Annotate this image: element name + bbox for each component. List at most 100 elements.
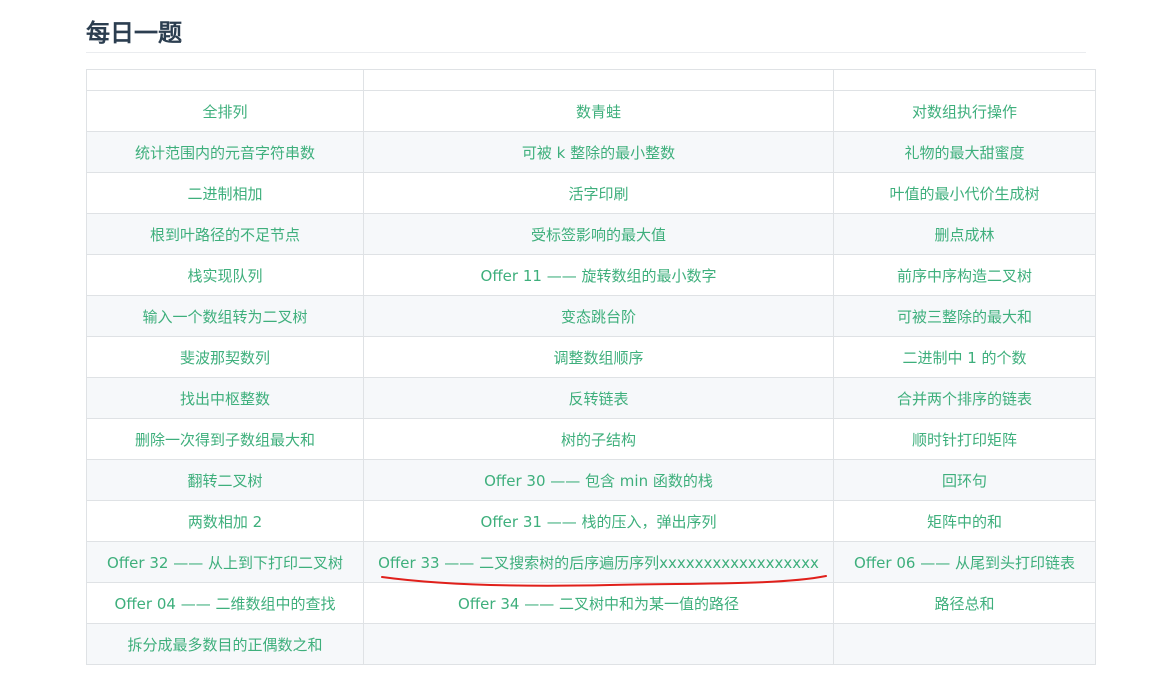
problem-link[interactable]: Offer 11 —— 旋转数组的最小数字 [481, 267, 717, 285]
table-cell: 路径总和 [833, 582, 1096, 624]
problem-link[interactable]: 变态跳台阶 [561, 308, 636, 326]
table-row: 找出中枢整数 反转链表 合并两个排序的链表 [86, 377, 1096, 419]
problem-link[interactable]: 活字印刷 [568, 185, 628, 203]
table-cell: Offer 33 —— 二叉搜索树的后序遍历序列xxxxxxxxxxxxxxxx… [363, 541, 834, 583]
table-cell: 变态跳台阶 [363, 295, 834, 337]
problem-link[interactable]: 栈实现队列 [187, 267, 262, 285]
table-body: 全排列 数青蛙 对数组执行操作统计范围内的元音字符串数 可被 k 整除的最小整数 礼物的… [86, 90, 1096, 665]
problem-link[interactable]: 调整数组顺序 [553, 349, 643, 367]
table-cell: Offer 06 —— 从尾到头打印链表 [833, 541, 1096, 583]
table-cell [363, 623, 834, 665]
problem-link[interactable]: Offer 32 —— 从上到下打印二叉树 [107, 554, 343, 572]
table-cell: 全排列 [86, 90, 364, 132]
problem-link[interactable]: 统计范围内的元音字符串数 [135, 144, 315, 162]
table-cell: 根到叶路径的不足节点 [86, 213, 364, 255]
table-cell: 二进制相加 [86, 172, 364, 214]
table-cell: 顺时针打印矩阵 [833, 418, 1096, 460]
table-cell: 对数组执行操作 [833, 90, 1096, 132]
table-row: 拆分成最多数目的正偶数之和 [86, 623, 1096, 665]
page-title: 每日一题 [86, 19, 182, 47]
problem-link[interactable]: 前序中序构造二叉树 [897, 267, 1032, 285]
problem-link[interactable]: 树的子结构 [561, 431, 636, 449]
table-row: 两数相加 2 Offer 31 —— 栈的压入，弹出序列 矩阵中的和 [86, 500, 1096, 542]
table-cell: 翻转二叉树 [86, 459, 364, 501]
table-cell: 两数相加 2 [86, 500, 364, 542]
problem-link[interactable]: 拆分成最多数目的正偶数之和 [127, 636, 322, 654]
table-cell: 栈实现队列 [86, 254, 364, 296]
table-cell: 拆分成最多数目的正偶数之和 [86, 623, 364, 665]
table-cell: 找出中枢整数 [86, 377, 364, 419]
table-cell: 二进制中 1 的个数 [833, 336, 1096, 378]
problem-link[interactable]: 回环句 [942, 472, 987, 490]
table-cell: 统计范围内的元音字符串数 [86, 131, 364, 173]
problem-link[interactable]: 叶值的最小代价生成树 [889, 185, 1039, 203]
table-row: Offer 04 —— 二维数组中的查找 Offer 34 —— 二叉树中和为某一… [86, 582, 1096, 624]
table-row: 二进制相加 活字印刷 叶值的最小代价生成树 [86, 172, 1096, 214]
table-cell: 活字印刷 [363, 172, 834, 214]
table-cell: 礼物的最大甜蜜度 [833, 131, 1096, 173]
problem-link[interactable]: 反转链表 [568, 390, 628, 408]
table-cell: 回环句 [833, 459, 1096, 501]
problem-link[interactable]: 两数相加 2 [188, 513, 262, 531]
table-cell [833, 623, 1096, 665]
problem-link[interactable]: 找出中枢整数 [180, 390, 270, 408]
problem-link[interactable]: 可被 k 整除的最小整数 [522, 144, 675, 162]
table-row: 根到叶路径的不足节点 受标签影响的最大值 删点成林 [86, 213, 1096, 255]
table-header-cell [833, 69, 1096, 91]
problem-link[interactable]: 可被三整除的最大和 [897, 308, 1032, 326]
table-cell: 删点成林 [833, 213, 1096, 255]
problem-link[interactable]: 翻转二叉树 [187, 472, 262, 490]
problem-link[interactable]: Offer 31 —— 栈的压入，弹出序列 [481, 513, 717, 531]
table-cell: 输入一个数组转为二叉树 [86, 295, 364, 337]
table-cell: 树的子结构 [363, 418, 834, 460]
problem-link[interactable]: 顺时针打印矩阵 [912, 431, 1017, 449]
problem-link[interactable]: 数青蛙 [576, 103, 621, 121]
problem-link[interactable]: Offer 33 —— 二叉搜索树的后序遍历序列xxxxxxxxxxxxxxxx… [378, 554, 819, 572]
table-cell: 合并两个排序的链表 [833, 377, 1096, 419]
problem-link[interactable]: 输入一个数组转为二叉树 [142, 308, 307, 326]
problem-link[interactable]: 矩阵中的和 [927, 513, 1002, 531]
table-cell: 删除一次得到子数组最大和 [86, 418, 364, 460]
table-cell: 数青蛙 [363, 90, 834, 132]
table-cell: 受标签影响的最大值 [363, 213, 834, 255]
problem-table: 全排列 数青蛙 对数组执行操作统计范围内的元音字符串数 可被 k 整除的最小整数 礼物的… [86, 69, 1096, 665]
table-cell: 前序中序构造二叉树 [833, 254, 1096, 296]
problem-link[interactable]: 受标签影响的最大值 [531, 226, 666, 244]
problem-link[interactable]: Offer 04 —— 二维数组中的查找 [115, 595, 336, 613]
table-row: 栈实现队列 Offer 11 —— 旋转数组的最小数字 前序中序构造二叉树 [86, 254, 1096, 296]
problem-link[interactable]: Offer 30 —— 包含 min 函数的栈 [484, 472, 713, 490]
table-cell: Offer 34 —— 二叉树中和为某一值的路径 [363, 582, 834, 624]
table-cell: 矩阵中的和 [833, 500, 1096, 542]
problem-link[interactable]: 二进制中 1 的个数 [902, 349, 1026, 367]
table-row: 输入一个数组转为二叉树 变态跳台阶 可被三整除的最大和 [86, 295, 1096, 337]
table-cell: 斐波那契数列 [86, 336, 364, 378]
problem-link[interactable]: 合并两个排序的链表 [897, 390, 1032, 408]
table-header-row [86, 69, 1096, 91]
problem-link[interactable]: 全排列 [202, 103, 247, 121]
table-header-cell [363, 69, 834, 91]
problem-link[interactable]: 根到叶路径的不足节点 [150, 226, 300, 244]
problem-link[interactable]: 对数组执行操作 [912, 103, 1017, 121]
table-cell: 调整数组顺序 [363, 336, 834, 378]
table-cell: 反转链表 [363, 377, 834, 419]
problem-link[interactable]: 斐波那契数列 [180, 349, 270, 367]
problem-link[interactable]: 路径总和 [934, 595, 994, 613]
problem-link[interactable]: Offer 34 —— 二叉树中和为某一值的路径 [458, 595, 739, 613]
problem-link[interactable]: 二进制相加 [187, 185, 262, 203]
table-cell: 可被 k 整除的最小整数 [363, 131, 834, 173]
table-row: 统计范围内的元音字符串数 可被 k 整除的最小整数 礼物的最大甜蜜度 [86, 131, 1096, 173]
table-row: Offer 32 —— 从上到下打印二叉树 Offer 33 —— 二叉搜索树的后… [86, 541, 1096, 583]
table-cell: Offer 30 —— 包含 min 函数的栈 [363, 459, 834, 501]
problem-link[interactable]: Offer 06 —— 从尾到头打印链表 [854, 554, 1075, 572]
problem-link[interactable]: 删除一次得到子数组最大和 [135, 431, 315, 449]
table-cell: Offer 32 —— 从上到下打印二叉树 [86, 541, 364, 583]
table-cell: Offer 11 —— 旋转数组的最小数字 [363, 254, 834, 296]
table-header-cell [86, 69, 364, 91]
table-cell: 可被三整除的最大和 [833, 295, 1096, 337]
table-cell: Offer 04 —— 二维数组中的查找 [86, 582, 364, 624]
table-row: 删除一次得到子数组最大和 树的子结构 顺时针打印矩阵 [86, 418, 1096, 460]
problem-link[interactable]: 删点成林 [934, 226, 994, 244]
table-cell: 叶值的最小代价生成树 [833, 172, 1096, 214]
problem-link[interactable]: 礼物的最大甜蜜度 [904, 144, 1024, 162]
table-row: 斐波那契数列 调整数组顺序 二进制中 1 的个数 [86, 336, 1096, 378]
